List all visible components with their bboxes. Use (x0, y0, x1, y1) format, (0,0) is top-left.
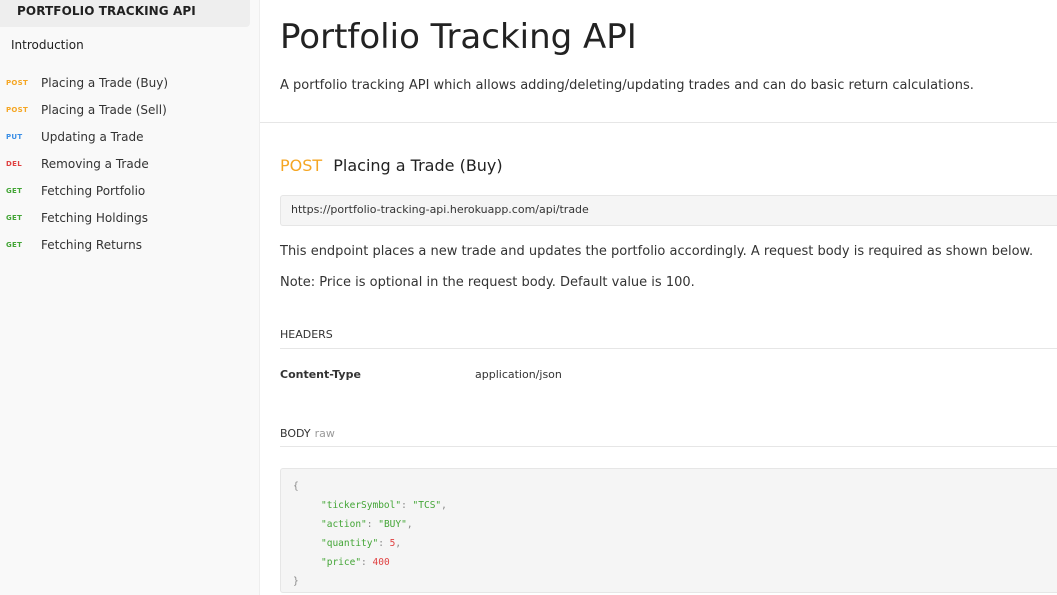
sidebar-item-fetching-returns[interactable]: GET Fetching Returns (0, 231, 258, 258)
page-description: A portfolio tracking API which allows ad… (280, 78, 974, 93)
endpoint-header: POST Placing a Trade (Buy) (280, 156, 503, 175)
endpoint-method: POST (280, 156, 323, 175)
method-badge: PUT (6, 132, 23, 141)
sidebar-item-updating-trade[interactable]: PUT Updating a Trade (0, 123, 258, 150)
method-badge: DEL (6, 159, 22, 168)
code-brace-close: } (293, 576, 299, 587)
code-key: "price" (321, 557, 362, 568)
endpoint-name: Placing a Trade (Buy) (333, 156, 503, 175)
request-body-code[interactable]: {"tickerSymbol": "TCS", "action": "BUY", "… (280, 468, 1057, 593)
sidebar-item-removing-trade[interactable]: DEL Removing a Trade (0, 150, 258, 177)
method-badge: GET (6, 213, 23, 222)
method-badge: POST (6, 78, 29, 87)
code-key: "tickerSymbol" (321, 500, 402, 511)
code-value: 400 (372, 557, 390, 568)
body-label: BODY (280, 427, 311, 440)
sidebar-title[interactable]: PORTFOLIO TRACKING API (0, 0, 250, 27)
sidebar-item-label: Removing a Trade (41, 156, 149, 171)
method-badge: GET (6, 186, 23, 195)
sidebar-item-label: Fetching Returns (41, 237, 142, 252)
code-line: "action": "BUY", (321, 519, 413, 530)
sidebar-item-placing-trade-buy[interactable]: POST Placing a Trade (Buy) (0, 69, 258, 96)
sidebar-item-label: Placing a Trade (Sell) (41, 102, 167, 117)
sidebar-item-placing-trade-sell[interactable]: POST Placing a Trade (Sell) (0, 96, 258, 123)
headers-section-label: HEADERS (280, 328, 333, 341)
sidebar-item-label: Fetching Holdings (41, 210, 149, 225)
main-content: Portfolio Tracking API A portfolio track… (260, 0, 1057, 595)
sidebar-item-introduction[interactable]: Introduction (11, 38, 84, 52)
code-value: "TCS" (412, 500, 442, 511)
code-value: "BUY" (378, 519, 407, 530)
endpoint-description: This endpoint places a new trade and upd… (280, 244, 1034, 259)
sidebar-item-label: Placing a Trade (Buy) (41, 75, 169, 90)
endpoint-note: Note: Price is optional in the request b… (280, 275, 695, 290)
code-key: "action" (321, 519, 367, 530)
method-badge: GET (6, 240, 23, 249)
header-key: Content-Type (280, 368, 361, 381)
sidebar-nav-list: POST Placing a Trade (Buy) POST Placing … (0, 69, 258, 258)
body-type: raw (314, 427, 335, 440)
code-line: "tickerSymbol": "TCS", (321, 500, 447, 511)
sidebar-item-label: Fetching Portfolio (41, 183, 146, 198)
sidebar-item-label: Updating a Trade (41, 129, 144, 144)
body-section-label: BODY raw (280, 427, 335, 440)
divider (260, 122, 1057, 123)
sidebar: PORTFOLIO TRACKING API Introduction POST… (0, 0, 260, 595)
method-badge: POST (6, 105, 29, 114)
sidebar-item-fetching-portfolio[interactable]: GET Fetching Portfolio (0, 177, 258, 204)
code-key: "quantity" (321, 538, 379, 549)
sidebar-item-fetching-holdings[interactable]: GET Fetching Holdings (0, 204, 258, 231)
divider (280, 446, 1057, 447)
code-line: "quantity": 5, (321, 538, 402, 549)
header-value: application/json (475, 368, 562, 381)
endpoint-url[interactable]: https://portfolio-tracking-api.herokuapp… (280, 195, 1057, 226)
page-title: Portfolio Tracking API (280, 17, 637, 57)
code-brace-open: { (293, 481, 299, 492)
divider (280, 348, 1057, 349)
code-line: "price": 400 (321, 557, 390, 568)
